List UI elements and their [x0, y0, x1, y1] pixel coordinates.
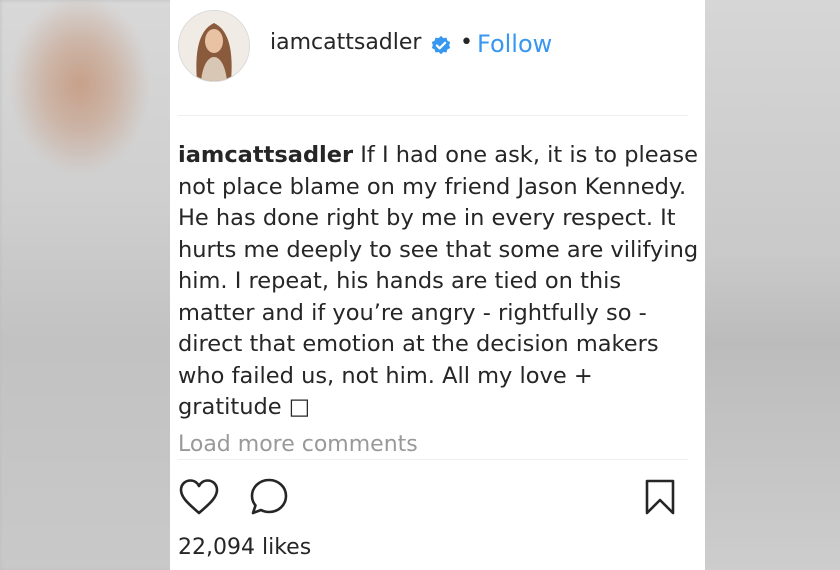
- verified-badge-icon: [431, 35, 451, 55]
- likes-count[interactable]: 22,094 likes: [178, 535, 311, 560]
- comment-bubble-icon[interactable]: [248, 477, 290, 517]
- follow-button[interactable]: Follow: [477, 30, 552, 58]
- header-divider: [178, 115, 688, 116]
- caption-username[interactable]: iamcattsadler: [178, 142, 353, 168]
- blurred-background-right: [705, 0, 840, 570]
- avatar-photo: [179, 11, 249, 81]
- post-caption: iamcattsadler If I had one ask, it is to…: [178, 140, 703, 424]
- heart-icon[interactable]: [178, 478, 220, 516]
- avatar[interactable]: [178, 10, 250, 82]
- caption-text: If I had one ask, it is to please not pl…: [178, 142, 699, 420]
- load-more-comments-link[interactable]: Load more comments: [178, 432, 418, 457]
- header-separator: •: [460, 30, 473, 55]
- bookmark-icon[interactable]: [644, 478, 676, 516]
- actions-divider: [178, 459, 688, 460]
- post-username[interactable]: iamcattsadler: [270, 30, 421, 55]
